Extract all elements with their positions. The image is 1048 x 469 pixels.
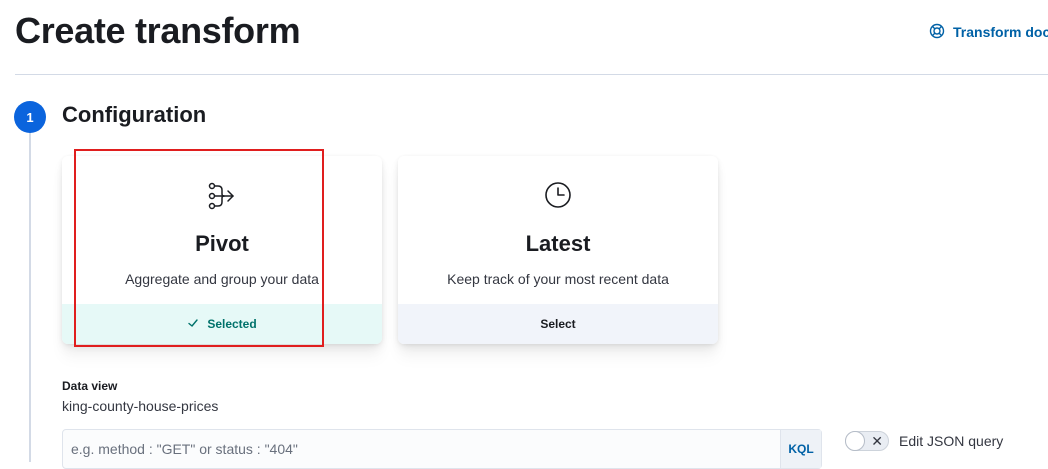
step-number-badge: 1 [14,101,46,133]
latest-card[interactable]: Latest Keep track of your most recent da… [398,156,718,344]
help-lifebuoy-icon [929,23,945,42]
latest-card-description: Keep track of your most recent data [447,271,669,287]
pivot-selected-label: Selected [207,317,257,331]
data-view-value: king-county-house-prices [62,398,219,414]
edit-json-query-toggle[interactable]: ✕ [845,431,889,451]
check-icon [187,317,199,332]
step-title: Configuration [62,102,207,127]
page-title: Create transform [15,10,301,51]
query-input[interactable] [63,430,780,468]
header-divider [15,74,1048,75]
toggle-knob [845,431,865,451]
pivot-selected-button[interactable]: Selected [62,304,382,344]
pivot-icon [62,180,382,212]
query-bar: KQL [62,429,822,469]
pivot-card-description: Aggregate and group your data [125,271,319,287]
step-connector-line [29,132,31,462]
data-view-label: Data view [62,379,118,393]
transform-docs-label: Transform docs [953,24,1048,40]
latest-select-label: Select [540,317,576,331]
kql-language-button[interactable]: KQL [780,430,821,468]
transform-docs-link[interactable]: Transform docs [929,22,1048,42]
clock-icon [398,180,718,212]
cross-icon: ✕ [871,433,883,449]
edit-json-query-label: Edit JSON query [899,433,1004,449]
pivot-card[interactable]: Pivot Aggregate and group your data Sele… [62,156,382,344]
latest-card-title: Latest [525,231,591,256]
latest-select-button[interactable]: Select [398,304,718,344]
pivot-card-title: Pivot [195,231,249,256]
